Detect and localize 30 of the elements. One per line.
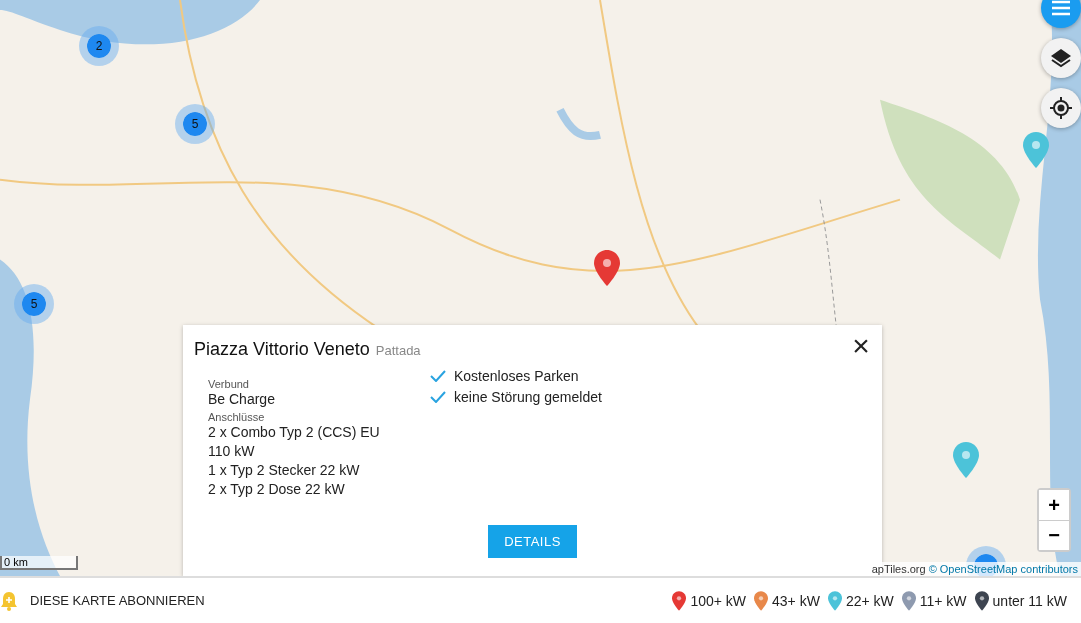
legend-label: 43+ kW <box>772 592 820 609</box>
details-button[interactable]: DETAILS <box>488 525 577 558</box>
scale-bar: 0 km <box>0 556 78 570</box>
close-button[interactable]: × <box>846 331 876 361</box>
legend-label: unter 11 kW <box>992 592 1067 609</box>
menu-icon <box>1051 0 1071 16</box>
legend-label: 11+ kW <box>919 592 967 609</box>
field-value: 2 x Combo Typ 2 (CCS) EU <box>208 423 381 442</box>
subscribe-button[interactable]: DIESE KARTE ABONNIEREN <box>0 590 205 611</box>
field-value: 2 x Typ 2 Dose 22 kW <box>208 480 346 499</box>
legend-label: 100+ kW <box>690 592 747 609</box>
zoom-out-button[interactable]: − <box>1039 520 1069 550</box>
map-pin-icon[interactable] <box>953 442 979 478</box>
locate-icon <box>1049 96 1073 120</box>
field-label: Anschlüsse <box>208 411 266 423</box>
feature-text: keine Störung gemeldet <box>454 389 602 405</box>
popup-place: Pattada <box>375 343 421 358</box>
legend-label: 22+ kW <box>845 592 894 609</box>
layers-icon <box>1050 47 1072 69</box>
feature-text: Kostenloses Parken <box>454 368 579 384</box>
map-pin-icon[interactable] <box>594 250 620 286</box>
check-icon <box>430 370 446 382</box>
field-value: 1 x Typ 2 Stecker 22 kW <box>208 461 361 480</box>
field-label: Verbund <box>208 378 250 390</box>
attribution-link[interactable]: © OpenStreetMap contributors <box>928 563 1078 575</box>
field-value: 110 kW <box>208 442 256 461</box>
attribution-text: apTiles.org <box>871 563 926 575</box>
check-icon <box>430 391 446 403</box>
field-value: Be Charge <box>208 390 276 409</box>
popup-title: Piazza Vittorio Veneto <box>194 339 370 360</box>
